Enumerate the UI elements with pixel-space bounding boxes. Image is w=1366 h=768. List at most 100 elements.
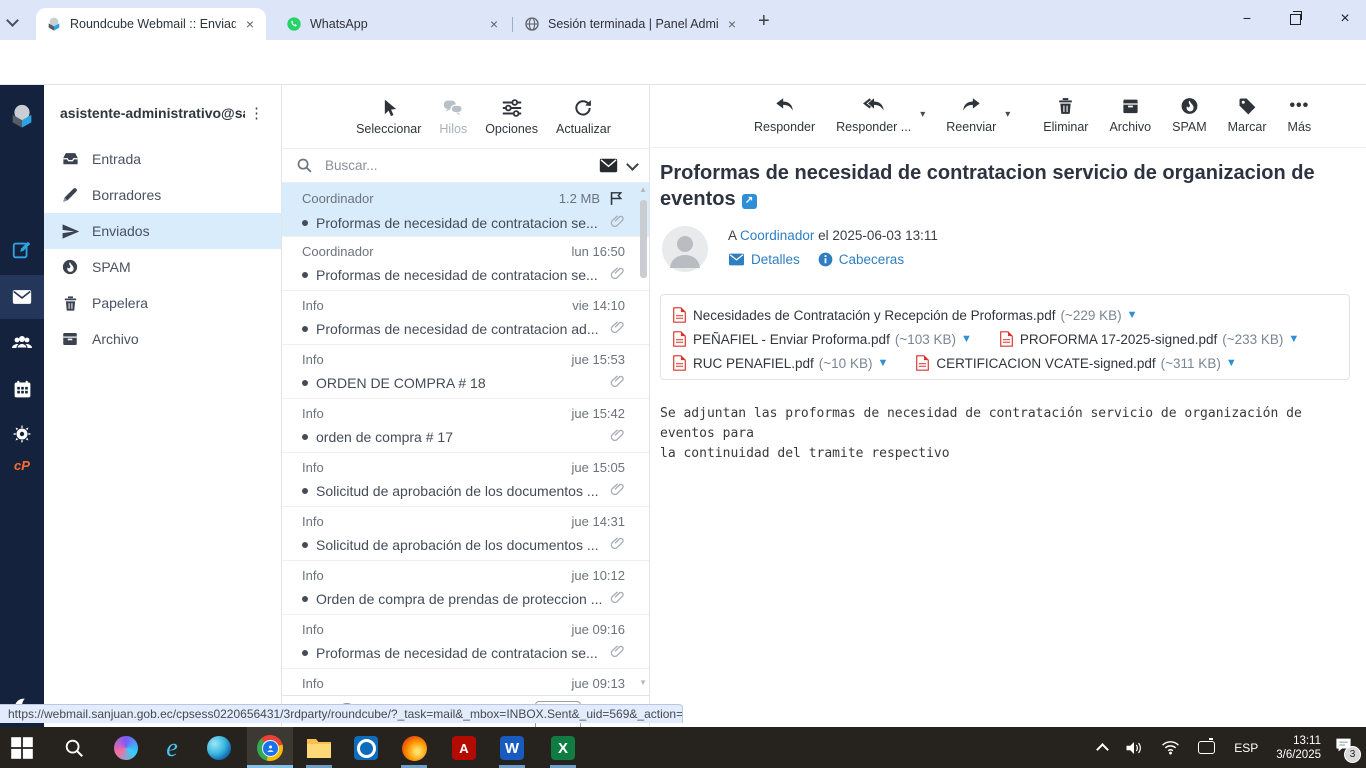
message-row[interactable]: Info jue 10:12 Orden de compra de prendas… bbox=[282, 561, 649, 615]
contacts-icon[interactable] bbox=[0, 321, 44, 365]
message-row[interactable]: Info jue 15:05 Solicitud de aprobación de… bbox=[282, 453, 649, 507]
message-row[interactable]: Info jue 15:53 ORDEN DE COMPRA # 18 bbox=[282, 345, 649, 399]
word-icon[interactable]: W bbox=[498, 734, 526, 762]
language-indicator[interactable]: ESP bbox=[1234, 741, 1258, 755]
forward-button[interactable]: Reenviar bbox=[946, 95, 996, 134]
acrobat-icon[interactable]: A bbox=[450, 734, 478, 762]
delete-button[interactable]: Eliminar bbox=[1043, 95, 1088, 134]
excel-icon[interactable]: X bbox=[549, 734, 577, 762]
mark-button[interactable]: Marcar bbox=[1228, 95, 1267, 134]
sidebar-item-archivo[interactable]: Archivo bbox=[44, 321, 281, 357]
tray-expand-chevron-icon[interactable] bbox=[1096, 741, 1110, 756]
sidebar-item-spam[interactable]: SPAM bbox=[44, 249, 281, 285]
inbox-icon bbox=[60, 149, 80, 169]
wifi-icon[interactable] bbox=[1161, 740, 1180, 755]
outlook-icon[interactable] bbox=[352, 734, 380, 762]
chrome-taskbar-tile[interactable] bbox=[247, 727, 293, 768]
message-date: jue 09:16 bbox=[571, 622, 626, 637]
cpanel-icon[interactable]: cP bbox=[0, 443, 44, 487]
attachment-item[interactable]: RUC PENAFIEL.pdf (~10 KB) ▼ bbox=[673, 355, 888, 371]
pdf-file-icon bbox=[1000, 331, 1013, 347]
select-button[interactable]: Seleccionar bbox=[356, 97, 421, 136]
taskbar-search-button[interactable] bbox=[60, 734, 88, 762]
calendar-icon[interactable] bbox=[0, 367, 44, 411]
notification-center-icon[interactable]: 3 bbox=[1335, 737, 1361, 763]
headers-link[interactable]: Cabeceras bbox=[839, 252, 904, 267]
firefox-icon[interactable] bbox=[400, 734, 428, 762]
message-row[interactable]: Info jue 09:13 bbox=[282, 669, 649, 695]
window-close-button[interactable]: × bbox=[1330, 10, 1360, 30]
tab-close-icon[interactable]: × bbox=[244, 17, 256, 31]
attachment-item[interactable]: PROFORMA 17-2025-signed.pdf (~233 KB) ▼ bbox=[1000, 331, 1299, 347]
refresh-button[interactable]: Actualizar bbox=[556, 97, 611, 136]
spam-button[interactable]: SPAM bbox=[1172, 95, 1207, 134]
tab-roundcube[interactable]: Roundcube Webmail :: Enviados × bbox=[36, 8, 266, 40]
tab-close-icon[interactable]: × bbox=[726, 17, 738, 31]
internet-explorer-icon[interactable]: e bbox=[158, 734, 186, 762]
archive-icon bbox=[1121, 95, 1140, 117]
reply-button[interactable]: Responder bbox=[754, 95, 815, 134]
list-scrollbar-thumb[interactable] bbox=[640, 200, 647, 278]
more-button[interactable]: ••• Más bbox=[1288, 95, 1312, 134]
sidebar-item-entrada[interactable]: Entrada bbox=[44, 141, 281, 177]
archive-label: Archivo bbox=[1109, 120, 1152, 134]
scroll-down-arrow-icon[interactable]: ▼ bbox=[639, 678, 647, 687]
threads-button[interactable]: Hilos bbox=[439, 97, 467, 136]
tab-close-icon[interactable]: × bbox=[488, 17, 500, 31]
flag-icon[interactable] bbox=[608, 190, 625, 207]
attachment-item[interactable]: PEÑAFIEL - Enviar Proforma.pdf (~103 KB)… bbox=[673, 331, 972, 347]
list-toolbar: Seleccionar Hilos Opciones Actualizar bbox=[282, 85, 649, 148]
start-button[interactable] bbox=[8, 734, 36, 762]
recipient-link[interactable]: Coordinador bbox=[740, 228, 814, 243]
attachment-size: (~10 KB) bbox=[818, 355, 873, 371]
copilot-icon[interactable] bbox=[112, 734, 140, 762]
edge-icon[interactable] bbox=[205, 734, 233, 762]
tab-whatsapp[interactable]: WhatsApp × bbox=[276, 8, 510, 40]
message-row[interactable]: Info jue 09:16 Proformas de necesidad de … bbox=[282, 615, 649, 669]
options-button[interactable]: Opciones bbox=[485, 97, 538, 136]
archive-button[interactable]: Archivo bbox=[1109, 95, 1151, 134]
tab-search-icon[interactable] bbox=[6, 12, 32, 30]
account-menu-icon[interactable]: ⋮ bbox=[245, 104, 269, 122]
tab-panel-admin[interactable]: Sesión terminada | Panel Admin × bbox=[514, 8, 748, 40]
attachment-menu-caret-icon[interactable]: ▼ bbox=[1288, 333, 1299, 345]
unread-dot bbox=[302, 325, 308, 332]
forward-caret-icon[interactable]: ▾ bbox=[1005, 109, 1010, 120]
attachment-item[interactable]: CERTIFICACION VCATE-signed.pdf (~311 KB)… bbox=[916, 355, 1237, 371]
sidebar-item-borradores[interactable]: Borradores bbox=[44, 177, 281, 213]
search-scope-mail-icon[interactable] bbox=[599, 158, 618, 173]
search-options-chevron-icon[interactable] bbox=[626, 157, 639, 171]
message-row[interactable]: Info jue 15:42 orden de compra # 17 bbox=[282, 399, 649, 453]
file-explorer-icon[interactable] bbox=[305, 734, 333, 762]
window-minimize-button[interactable]: − bbox=[1232, 10, 1262, 30]
open-in-new-window-icon[interactable]: ↗ bbox=[741, 193, 757, 209]
attachment-menu-caret-icon[interactable]: ▼ bbox=[1226, 357, 1237, 369]
scroll-up-arrow-icon[interactable]: ▲ bbox=[639, 185, 647, 194]
sidebar-item-papelera[interactable]: Papelera bbox=[44, 285, 281, 321]
message-row[interactable]: Coordinador lun 16:50 Proformas de necesi… bbox=[282, 237, 649, 291]
window-restore-button[interactable] bbox=[1280, 10, 1310, 30]
reply-all-button[interactable]: Responder ... bbox=[836, 95, 911, 134]
fire-icon bbox=[60, 257, 80, 277]
attachment-menu-caret-icon[interactable]: ▼ bbox=[1127, 309, 1138, 321]
sidebar-item-enviados[interactable]: Enviados bbox=[44, 213, 281, 249]
attachment-item[interactable]: Necesidades de Contratación y Recepción … bbox=[673, 307, 1138, 323]
new-tab-button[interactable]: + bbox=[758, 10, 770, 33]
reply-all-caret-icon[interactable]: ▾ bbox=[920, 109, 925, 120]
select-label: Seleccionar bbox=[356, 122, 422, 136]
cursor-icon bbox=[379, 97, 399, 119]
volume-icon[interactable] bbox=[1125, 740, 1143, 756]
details-link[interactable]: Detalles bbox=[751, 252, 800, 267]
message-row[interactable]: Coordinador 1.2 MB Proformas de necesidad… bbox=[282, 183, 649, 237]
compose-icon[interactable] bbox=[0, 228, 44, 272]
attachment-menu-caret-icon[interactable]: ▼ bbox=[877, 357, 888, 369]
message-subject: Proformas de necesidad de contratacion s… bbox=[316, 214, 598, 231]
search-input[interactable] bbox=[323, 157, 599, 174]
message-row[interactable]: Info jue 14:31 Solicitud de aprobación de… bbox=[282, 507, 649, 561]
mail-icon[interactable] bbox=[0, 275, 44, 319]
search-icon bbox=[65, 739, 83, 757]
attachment-menu-caret-icon[interactable]: ▼ bbox=[961, 333, 972, 345]
clock[interactable]: 13:11 3/6/2025 bbox=[1276, 734, 1321, 762]
tray-display-icon[interactable] bbox=[1198, 738, 1216, 754]
message-row[interactable]: Info vie 14:10 Proformas de necesidad de … bbox=[282, 291, 649, 345]
